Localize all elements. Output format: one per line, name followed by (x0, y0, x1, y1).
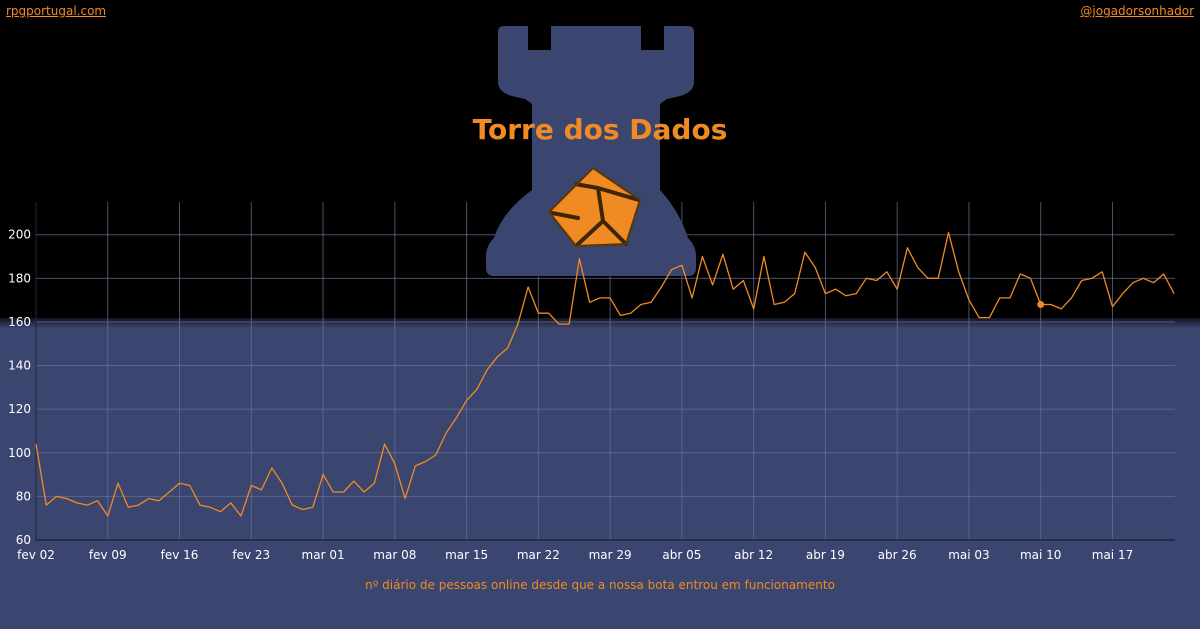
y-tick-label: 200 (8, 228, 31, 242)
highlight-point[interactable] (1037, 300, 1045, 308)
y-tick-label: 120 (8, 402, 31, 416)
y-tick-label: 80 (16, 489, 31, 503)
y-tick-label: 180 (8, 271, 31, 285)
x-tick-label: fev 09 (89, 548, 127, 562)
x-tick-label: mar 29 (589, 548, 632, 562)
chart-caption: nº diário de pessoas online desde que a … (365, 578, 835, 592)
y-tick-label: 140 (8, 359, 31, 373)
x-tick-label: mai 10 (1020, 548, 1061, 562)
x-tick-label: fev 02 (17, 548, 55, 562)
x-tick-label: mar 08 (373, 548, 416, 562)
x-tick-label: mar 15 (445, 548, 488, 562)
author-link[interactable]: @jogadorsonhador (1080, 4, 1194, 18)
site-link[interactable]: rpgportugal.com (6, 4, 106, 18)
tower-logo: Torre dos Dados (473, 26, 728, 276)
x-tick-label: fev 16 (161, 548, 199, 562)
x-tick-label: mar 01 (302, 548, 345, 562)
y-tick-label: 100 (8, 446, 31, 460)
x-tick-label: abr 05 (662, 548, 701, 562)
x-tick-label: mai 17 (1092, 548, 1133, 562)
logo-title: Torre dos Dados (473, 113, 728, 146)
x-tick-label: mar 22 (517, 548, 560, 562)
line-chart: Torre dos Dados 60 80 100 120 140 160 180 200 fe… (8, 26, 1175, 562)
x-tick-label: mai 03 (948, 548, 989, 562)
x-tick-label: abr 12 (734, 548, 773, 562)
x-tick-label: abr 26 (878, 548, 917, 562)
x-tick-label: fev 23 (232, 548, 270, 562)
x-tick-label: abr 19 (806, 548, 845, 562)
y-tick-label: 160 (8, 315, 31, 329)
y-tick-label: 60 (16, 533, 31, 547)
